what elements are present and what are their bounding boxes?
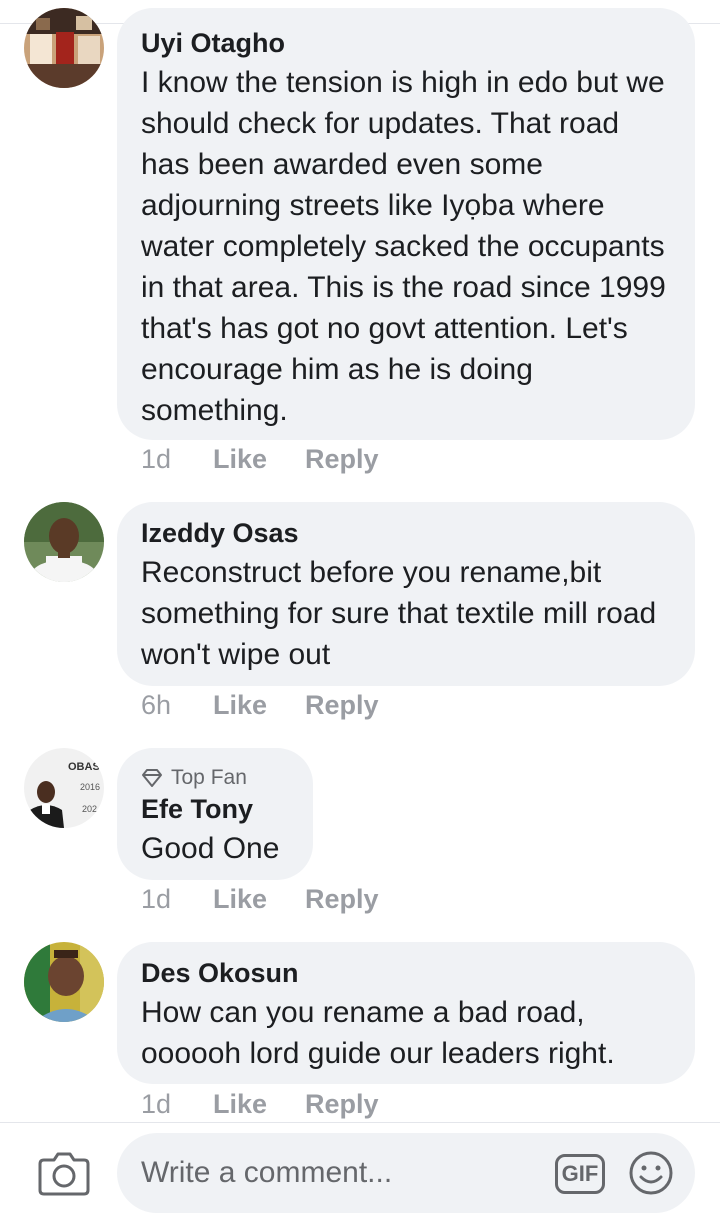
comment-text: Reconstruct before you rename,bit someth… xyxy=(141,556,657,671)
avatar[interactable] xyxy=(24,8,104,88)
avatar-text: 202 xyxy=(82,804,97,814)
like-button[interactable]: Like xyxy=(213,690,305,721)
like-button[interactable]: Like xyxy=(213,884,305,915)
reply-button[interactable]: Reply xyxy=(305,884,379,915)
reply-button[interactable]: Reply xyxy=(305,690,379,721)
comment-text: How can you rename a bad road, oooooh lo… xyxy=(141,996,615,1070)
reply-button[interactable]: Reply xyxy=(305,1089,379,1120)
emoji-icon[interactable] xyxy=(628,1150,674,1196)
comment-input-placeholder: Write a comment... xyxy=(141,1156,393,1189)
diamond-icon xyxy=(142,769,162,787)
comment-bubble: Top Fan Efe Tony Good One xyxy=(117,748,313,880)
avatar-image xyxy=(24,942,104,1022)
comment-author[interactable]: Efe Tony xyxy=(141,792,289,826)
comment-actions: 6h Like Reply xyxy=(141,690,379,721)
comment-bubble: Des Okosun How can you rename a bad road… xyxy=(117,942,695,1084)
badge-label: Top Fan xyxy=(171,766,247,789)
comment-time[interactable]: 1d xyxy=(141,884,213,915)
comment-bubble: Uyi Otagho I know the tension is high in… xyxy=(117,8,695,440)
comment-author[interactable]: Uyi Otagho xyxy=(141,8,671,60)
comment-text: I know the tension is high in edo but we… xyxy=(141,66,666,427)
comment-time[interactable]: 1d xyxy=(141,444,213,475)
comment-time[interactable]: 6h xyxy=(141,690,213,721)
comment-actions: 1d Like Reply xyxy=(141,1089,379,1120)
avatar-text: OBASEK xyxy=(68,761,104,773)
avatar[interactable] xyxy=(24,942,104,1022)
comment-actions: 1d Like Reply xyxy=(141,884,379,915)
avatar[interactable] xyxy=(24,502,104,582)
comment-author[interactable]: Izeddy Osas xyxy=(141,502,671,550)
avatar-image: OBASEK 2016 202 xyxy=(24,748,104,828)
reply-button[interactable]: Reply xyxy=(305,444,379,475)
comment-input[interactable]: Write a comment... GIF xyxy=(117,1133,695,1213)
comment-time[interactable]: 1d xyxy=(141,1089,213,1120)
top-fan-badge: Top Fan xyxy=(141,748,289,792)
comment-bubble: Izeddy Osas Reconstruct before you renam… xyxy=(117,502,695,686)
comment-author[interactable]: Des Okosun xyxy=(141,942,671,990)
like-button[interactable]: Like xyxy=(213,444,305,475)
comment-composer: Write a comment... GIF xyxy=(0,1122,720,1226)
comment-actions: 1d Like Reply xyxy=(141,444,379,475)
avatar-image xyxy=(24,8,104,88)
like-button[interactable]: Like xyxy=(213,1089,305,1120)
avatar-text: 2016 xyxy=(80,782,100,792)
gif-icon[interactable]: GIF xyxy=(555,1154,605,1194)
comment-text: Good One xyxy=(141,832,280,865)
avatar[interactable]: OBASEK 2016 202 xyxy=(24,748,104,828)
camera-icon[interactable] xyxy=(38,1150,90,1196)
avatar-image xyxy=(24,502,104,582)
